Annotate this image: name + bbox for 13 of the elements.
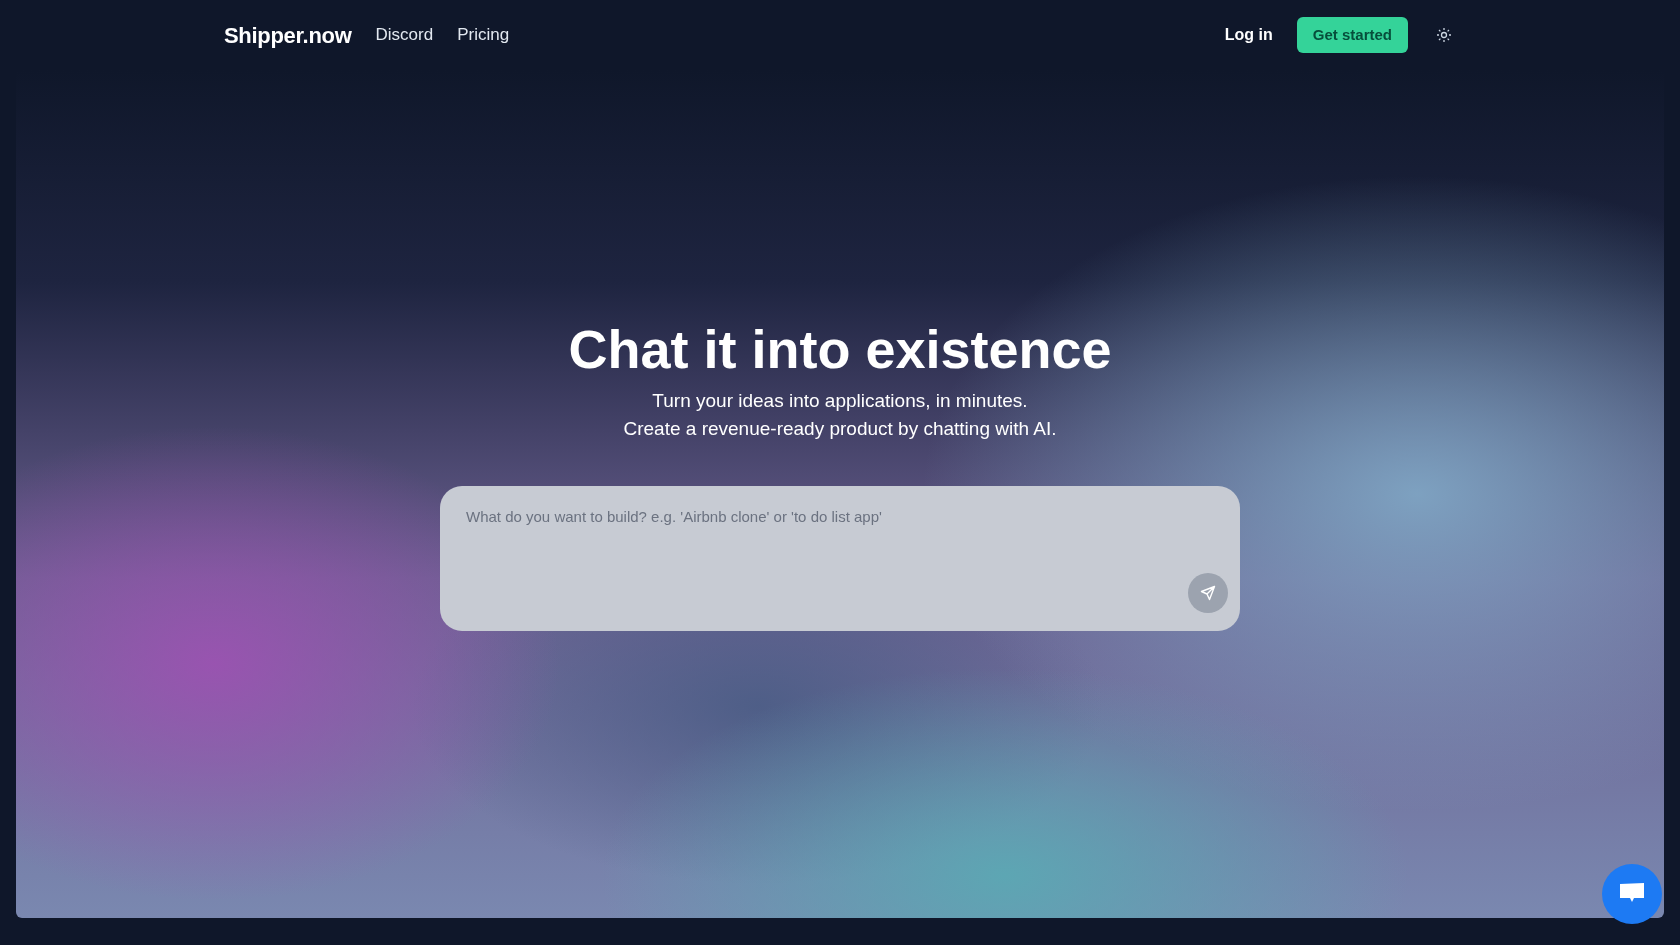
nav-link[interactable]: Pricing (457, 22, 510, 48)
login-link[interactable]: Log in (1224, 23, 1273, 47)
hero-title: Chat it into existence (568, 320, 1112, 380)
nav-link[interactable]: Discord (375, 22, 434, 48)
get-started-button[interactable]: Get started (1296, 16, 1408, 54)
hero-subtitle: Create a revenue-ready product by chatting with AI. (623, 416, 1057, 441)
prompt-input[interactable]: What do you want to build? e.g. 'Airbnb clone' or 'to do list app' (464, 504, 1180, 614)
send-icon (1200, 585, 1216, 602)
hero-subtitle: Turn your ideas into applications, in minutes. (651, 389, 1029, 414)
prompt-field[interactable]: What do you want to build? e.g. 'Airbnb clone' or 'to do list app' (440, 486, 1240, 632)
logo[interactable]: Shipper.now (224, 18, 352, 52)
chat-button[interactable] (1602, 864, 1662, 924)
sun-icon (1436, 27, 1452, 43)
